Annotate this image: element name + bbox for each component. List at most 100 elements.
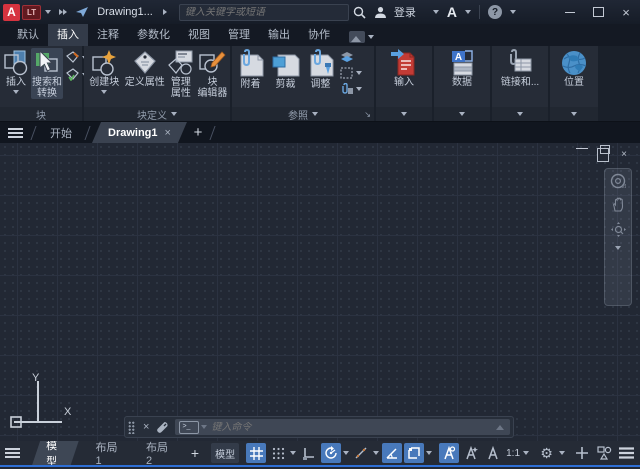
panel-location-title[interactable] (550, 107, 598, 121)
tab-parametric[interactable]: 参数化 (128, 24, 179, 46)
command-line[interactable]: × >_ (124, 416, 514, 438)
define-attributes-button[interactable]: 定义属性 (124, 48, 166, 88)
command-history-up-icon[interactable] (496, 425, 504, 430)
search-convert-button[interactable]: 搜索和 转换 (31, 48, 63, 99)
tab-layout2[interactable]: 布局2 (136, 441, 180, 465)
nav-pan-hand-icon[interactable] (610, 197, 626, 213)
panel-data-title[interactable] (434, 107, 490, 121)
underlay-layers-button[interactable] (340, 51, 362, 63)
nav-zoom-extents-icon[interactable] (610, 221, 627, 238)
viewport-restore-icon[interactable] (597, 148, 609, 160)
polar-dropdown-icon[interactable] (342, 443, 350, 463)
panel-import-title[interactable] (376, 107, 432, 121)
link-extract-button[interactable]: 链接和... (495, 48, 545, 88)
command-prompt-icon[interactable]: >_ (179, 421, 199, 434)
autodesk-dropdown-icon[interactable] (465, 10, 471, 14)
data-button[interactable]: A 数据 (439, 48, 485, 88)
tab-view[interactable]: 视图 (179, 24, 219, 46)
annotation-scale-value[interactable]: 1:1 (506, 448, 520, 459)
tab-manage[interactable]: 管理 (219, 24, 259, 46)
isodraft-dropdown-icon[interactable] (372, 443, 380, 463)
object-snap-dropdown-icon[interactable] (425, 443, 433, 463)
tab-close-icon[interactable]: × (165, 127, 171, 139)
signin-label[interactable]: 登录 (394, 4, 416, 20)
navbar-dropdown-icon[interactable] (615, 246, 621, 250)
scale-dropdown-icon[interactable] (522, 443, 530, 463)
viewport-minimize-icon[interactable] (576, 148, 588, 160)
search-icon[interactable] (353, 6, 366, 19)
polar-tracking-toggle[interactable] (321, 443, 341, 463)
workspace-gear-icon[interactable]: ⚙ (537, 443, 557, 463)
isolate-objects-icon[interactable] (594, 443, 614, 463)
snap-to-underlay-button[interactable] (340, 83, 362, 95)
annotation-scale-icon[interactable] (483, 443, 503, 463)
add-layout-button[interactable]: + (187, 445, 204, 461)
drawing-canvas[interactable]: × 2D Y X (0, 143, 640, 441)
tab-drawing1[interactable]: Drawing1 × (92, 122, 187, 143)
snap-dropdown-icon[interactable] (289, 443, 297, 463)
annotation-visibility-toggle[interactable] (439, 443, 459, 463)
object-snap-tracking-toggle[interactable] (382, 443, 402, 463)
nav-wheel-icon[interactable]: 2D (610, 173, 626, 189)
share-icon[interactable] (75, 6, 89, 18)
user-icon[interactable] (374, 6, 387, 19)
command-grip-handle[interactable] (128, 421, 135, 434)
maximize-button[interactable] (584, 0, 612, 24)
create-block-dropdown-icon[interactable] (101, 90, 107, 94)
import-button[interactable]: 输入 (381, 48, 427, 88)
model-space-button[interactable]: 模型 (211, 443, 239, 463)
command-customize-wrench-icon[interactable] (156, 421, 169, 434)
app-menu-dropdown-icon[interactable] (45, 10, 51, 14)
command-close-icon[interactable]: × (143, 421, 149, 433)
panel-block-title[interactable]: 块 (0, 107, 82, 121)
isodraft-toggle[interactable] (351, 443, 371, 463)
tab-start[interactable]: 开始 (38, 122, 84, 143)
tab-annotate[interactable]: 注释 (88, 24, 128, 46)
clip-button[interactable]: 剪裁 (268, 48, 303, 90)
object-snap-toggle[interactable] (404, 443, 424, 463)
workspace-dropdown-icon[interactable] (558, 443, 566, 463)
viewport-close-icon[interactable]: × (618, 148, 630, 160)
help-icon[interactable]: ? (488, 5, 502, 19)
snap-to-underlay-dropdown-icon[interactable] (356, 87, 362, 91)
block-editor-button[interactable]: 块 编辑器 (196, 48, 229, 99)
snap-mode-toggle[interactable] (268, 443, 288, 463)
plus-icon[interactable] (572, 443, 592, 463)
dialog-launcher-icon[interactable]: ↘ (364, 110, 371, 119)
annotation-autoscale-toggle[interactable] (461, 443, 481, 463)
help-search-box[interactable] (179, 4, 349, 21)
panel-reference-title[interactable]: 参照 ↘ (232, 107, 374, 121)
frames-dropdown-icon[interactable] (356, 71, 362, 75)
insert-dropdown-icon[interactable] (13, 90, 19, 94)
frames-button[interactable] (340, 67, 362, 79)
attach-button[interactable]: 附着 (233, 48, 268, 90)
command-input[interactable] (207, 422, 496, 433)
tab-collaborate[interactable]: 协作 (299, 24, 339, 46)
command-input-field[interactable]: >_ (175, 419, 510, 435)
quick-access-expand-icon[interactable] (59, 9, 67, 15)
panel-block-definition-title[interactable]: 块定义 (84, 107, 230, 121)
insert-block-button[interactable]: 插入 (1, 48, 31, 94)
customize-menu-icon[interactable] (616, 443, 636, 463)
tab-insert[interactable]: 插入 (48, 24, 88, 46)
tab-layout1[interactable]: 布局1 (85, 441, 129, 465)
search-input[interactable] (180, 7, 348, 18)
close-button[interactable]: × (612, 0, 640, 24)
location-button[interactable]: 位置 (553, 48, 595, 88)
app-logo[interactable]: A LT (3, 4, 41, 21)
autodesk-logo[interactable]: A (447, 4, 457, 20)
minimize-button[interactable] (556, 0, 584, 24)
signin-dropdown-icon[interactable] (433, 10, 439, 14)
statusbar-menu-icon[interactable] (0, 448, 25, 458)
tab-default[interactable]: 默认 (8, 24, 48, 46)
new-tab-button[interactable]: + (187, 122, 209, 143)
ortho-toggle[interactable] (299, 443, 319, 463)
title-expand-icon[interactable] (163, 9, 167, 15)
tab-model[interactable]: 模型 (32, 441, 79, 465)
filetabs-menu-icon[interactable] (0, 122, 30, 143)
tab-output[interactable]: 输出 (259, 24, 299, 46)
manage-attributes-button[interactable]: 管理 属性 (166, 48, 196, 99)
adjust-button[interactable]: 调整 (303, 48, 338, 90)
grid-display-toggle[interactable] (246, 443, 266, 463)
panel-link-extract-title[interactable] (492, 107, 548, 121)
